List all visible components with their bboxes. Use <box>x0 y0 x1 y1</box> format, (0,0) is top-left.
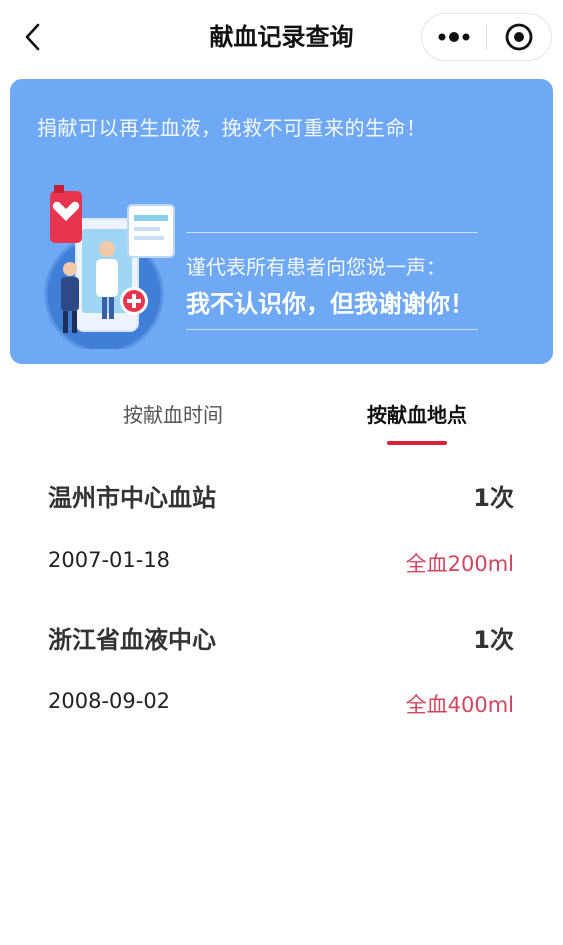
banner-divider-bottom <box>186 329 478 330</box>
hero-banner: 捐献可以再生血液，挽救不可重来的生命！ 谨代表所有患者向您说一声： 我不认识你， <box>10 79 553 364</box>
record-location: 温州市中心血站 <box>48 484 216 512</box>
banner-thanks: 我不认识你，但我谢谢你！ <box>186 290 474 318</box>
close-miniprogram-button[interactable] <box>487 14 551 60</box>
record-amount: 全血200ml <box>405 552 514 576</box>
mini-program-capsule <box>421 13 552 61</box>
record-amount: 全血400ml <box>405 693 514 717</box>
more-dots-icon <box>438 32 470 42</box>
nav-bar: 献血记录查询 <box>0 0 563 74</box>
record-count: 1次 <box>473 484 514 512</box>
record-count: 1次 <box>473 626 514 654</box>
banner-slogan: 捐献可以再生血液，挽救不可重来的生命！ <box>37 116 427 140</box>
more-button[interactable] <box>422 14 486 60</box>
record-date: 2008-09-02 <box>48 689 171 713</box>
target-circle-icon <box>505 23 533 51</box>
doctor-illustration <box>44 185 175 349</box>
tab-by-location[interactable]: 按献血地点 <box>304 400 530 430</box>
banner-divider-top <box>186 232 478 233</box>
active-tab-indicator <box>387 441 447 445</box>
tab-by-time[interactable]: 按献血时间 <box>60 400 286 430</box>
banner-subtitle: 谨代表所有患者向您说一声： <box>186 255 446 279</box>
record-location: 浙江省血液中心 <box>48 626 216 654</box>
record-date: 2007-01-18 <box>48 548 171 572</box>
